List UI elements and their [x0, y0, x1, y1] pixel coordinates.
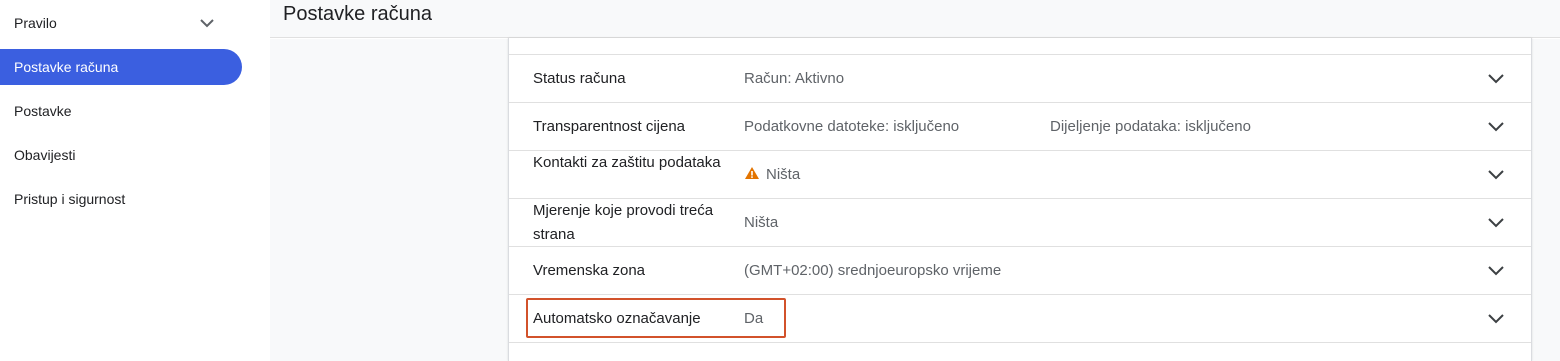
sidebar-item-label: Pristup i sigurnost — [14, 191, 126, 207]
warning-icon — [745, 167, 759, 179]
setting-value: (GMT+02:00) srednjoeuropsko vrijeme — [744, 262, 1002, 279]
setting-row-mjerenje-trece-strane[interactable]: Mjerenje koje provodi treća strana Ništa — [509, 199, 1531, 247]
chevron-down-icon[interactable] — [1487, 313, 1505, 325]
setting-row-kontakti-za-zastitu-podataka[interactable]: Kontakti za zaštitu podataka Ništa — [509, 151, 1531, 199]
setting-value-secondary: Dijeljenje podataka: isključeno — [1050, 118, 1251, 135]
setting-value: Račun: Aktivno — [744, 70, 845, 87]
settings-card: Status računa Račun: Aktivno Transparent… — [508, 38, 1532, 361]
sidebar-item-pristup-i-sigurnost[interactable]: Pristup i sigurnost — [0, 181, 242, 217]
page-title: Postavke računa — [283, 3, 432, 25]
chevron-down-icon[interactable] — [1487, 121, 1505, 133]
sidebar-item-postavke[interactable]: Postavke — [0, 93, 242, 129]
sidebar-item-label: Postavke računa — [14, 59, 119, 75]
sidebar-item-label: Obavijesti — [14, 147, 76, 163]
setting-row-automatsko-oznacavanje[interactable]: Automatsko označavanje Da — [509, 295, 1531, 343]
setting-row-transparentnost-cijena[interactable]: Transparentnost cijena Podatkovne datote… — [509, 103, 1531, 151]
setting-label: Mjerenje koje provodi treća strana — [533, 202, 714, 243]
card-top-edge — [509, 38, 1531, 55]
setting-label: Automatsko označavanje — [533, 310, 701, 327]
sidebar-item-postavke-racuna[interactable]: Postavke računa — [0, 49, 242, 85]
setting-label: Status računa — [533, 70, 626, 87]
sidebar-item-label: Postavke — [14, 103, 72, 119]
setting-value: Ništa — [766, 166, 801, 183]
sidebar-item-obavijesti[interactable]: Obavijesti — [0, 137, 242, 173]
setting-label: Vremenska zona — [533, 262, 646, 279]
setting-label: Transparentnost cijena — [533, 118, 686, 135]
sidebar-item-pravilo[interactable]: Pravilo — [0, 5, 242, 41]
setting-row-vremenska-zona[interactable]: Vremenska zona (GMT+02:00) srednjoeurops… — [509, 247, 1531, 295]
setting-value: Da — [744, 310, 764, 327]
chevron-down-icon[interactable] — [1487, 265, 1505, 277]
setting-value-wrapper: Ništa — [744, 163, 800, 187]
setting-value: Ništa — [744, 214, 779, 231]
sidebar: Pravilo Postavke računa Postavke Obavije… — [0, 0, 270, 361]
chevron-down-icon[interactable] — [1487, 217, 1505, 229]
setting-row-status-racuna[interactable]: Status računa Račun: Aktivno — [509, 55, 1531, 103]
chevron-down-icon[interactable] — [1487, 169, 1505, 181]
page-header: Postavke računa — [270, 0, 1560, 38]
sidebar-item-label: Pravilo — [14, 15, 57, 31]
chevron-down-icon[interactable] — [1487, 73, 1505, 85]
chevron-down-icon[interactable] — [198, 16, 216, 30]
setting-value: Podatkovne datoteke: isključeno — [744, 118, 960, 135]
setting-label: Kontakti za zaštitu podataka — [533, 154, 721, 171]
setting-row-partial — [509, 344, 1531, 361]
